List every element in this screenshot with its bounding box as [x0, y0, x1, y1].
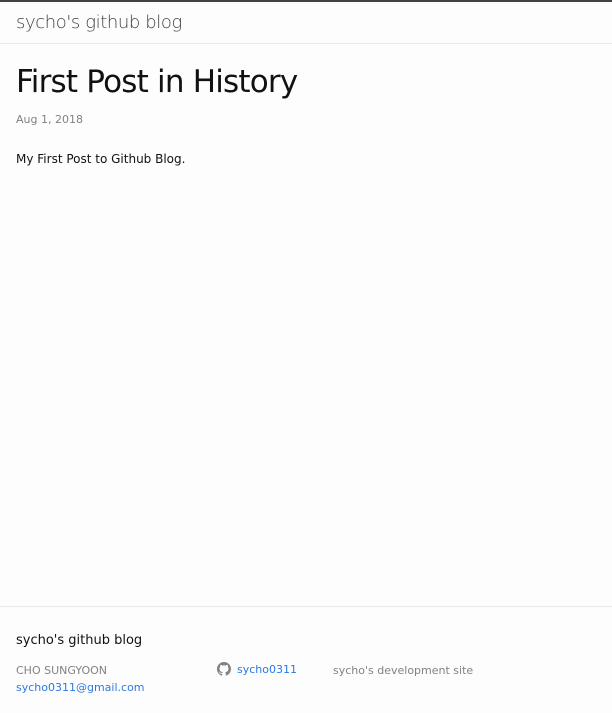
- footer-author-name: CHO SUNGYOON: [16, 664, 108, 677]
- site-footer: sycho's github blog CHO SUNGYOON sycho03…: [0, 606, 612, 713]
- site-header: sycho's github blog: [0, 0, 612, 44]
- post-title: First Post in History: [16, 64, 298, 100]
- footer-heading: sycho's github blog: [16, 633, 143, 648]
- post-content: My First Post to Github Blog.: [16, 152, 186, 166]
- footer-email-link[interactable]: sycho0311@gmail.com: [16, 681, 145, 694]
- github-icon: [217, 662, 231, 676]
- github-username: sycho0311: [237, 662, 297, 676]
- site-title-link[interactable]: sycho's github blog: [16, 12, 182, 33]
- footer-github-link[interactable]: sycho0311: [217, 662, 297, 676]
- footer-description: sycho's development site: [333, 664, 474, 677]
- post-date: Aug 1, 2018: [16, 113, 83, 126]
